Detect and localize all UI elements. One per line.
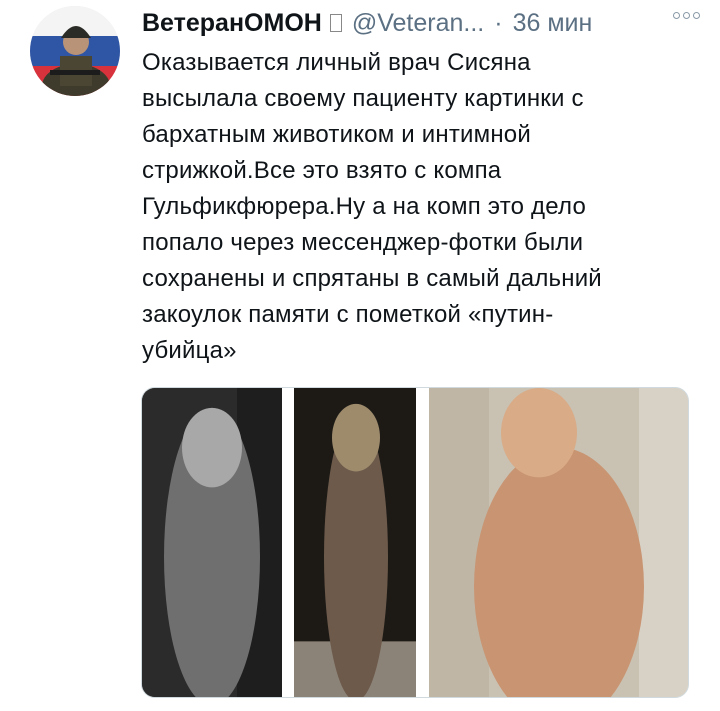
- more-dot: [673, 12, 680, 19]
- avatar-image: [30, 6, 120, 96]
- tweet-media[interactable]: [141, 387, 689, 698]
- media-photo-3[interactable]: [429, 388, 688, 697]
- tweet-line: стрижкой.Все это взято с компа: [142, 157, 502, 184]
- display-name[interactable]: ВетеранОМОН: [142, 9, 322, 38]
- tweet-line: сохранены и спрятаны в самый дальний: [142, 265, 602, 292]
- more-dot: [693, 12, 700, 19]
- media-photo-2[interactable]: [294, 388, 416, 697]
- tweet-line: Оказывается личный врач Сисяна: [142, 49, 531, 76]
- media-photo-1[interactable]: [142, 388, 282, 697]
- tweet-line: закоулок памяти с пометкой «путин-: [142, 301, 554, 328]
- tweet-text: Оказывается личный врач Сисяна высылала …: [142, 45, 702, 369]
- tweet-line: попало через мессенджер-фотки были: [142, 229, 584, 256]
- avatar[interactable]: [30, 6, 120, 96]
- tweet-line: Гульфикфюрера.Ну а на комп это дело: [142, 193, 587, 220]
- tweet-line: убийца»: [142, 337, 237, 364]
- tweet-line: высылала своему пациенту картинки с: [142, 85, 584, 112]
- timestamp[interactable]: 36 мин: [513, 9, 593, 38]
- tweet-header: ВетеранОМОН @Veteran... · 36 мин: [142, 6, 700, 40]
- more-options-icon[interactable]: [673, 12, 700, 19]
- more-dot: [683, 12, 690, 19]
- tweet-line: бархатным животиком и интимной: [142, 121, 531, 148]
- user-handle[interactable]: @Veteran...: [352, 9, 484, 38]
- badge-icon: [329, 14, 342, 32]
- separator-dot: ·: [494, 8, 503, 37]
